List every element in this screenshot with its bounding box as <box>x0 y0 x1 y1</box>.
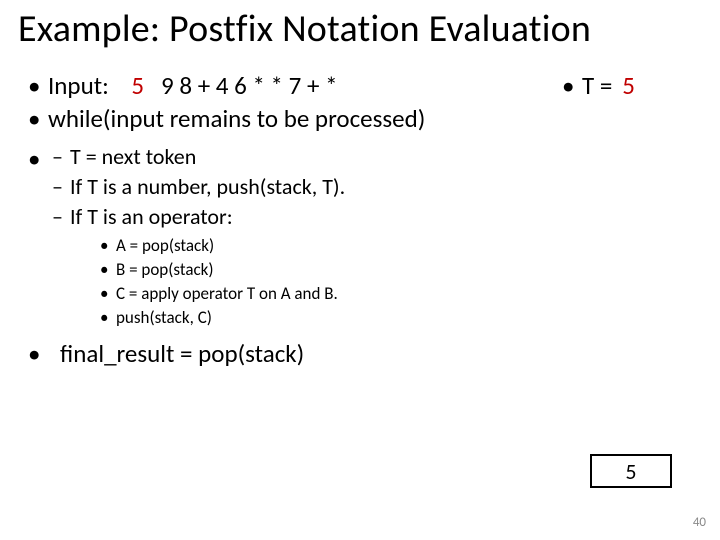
t-value: 5 <box>622 70 635 101</box>
step-push: push(stack, C) <box>100 307 702 330</box>
bullet-list-left: Input: 5 9 8 + 4 6 * * 7 + * while(input… <box>18 70 544 137</box>
page-number: 40 <box>693 515 706 530</box>
t-label: T = <box>582 70 612 101</box>
final-result-text: final_result = pop(stack) <box>60 338 304 369</box>
sub-if-operator: If T is an operator: A = pop(stack) B = … <box>52 203 702 330</box>
bullet-while: while(input remains to be processed) <box>28 103 544 134</box>
bullet-input: Input: 5 9 8 + 4 6 * * 7 + * <box>28 70 544 101</box>
step-apply: C = apply operator T on A and B. <box>100 283 702 306</box>
input-row: Input: 5 9 8 + 4 6 * * 7 + * while(input… <box>18 70 702 137</box>
bullet-final: final_result = pop(stack) <box>28 338 702 369</box>
step-a-pop: A = pop(stack) <box>100 235 702 258</box>
step-b-pop: B = pop(stack) <box>100 259 702 282</box>
stack-top-value: 5 <box>625 458 636 485</box>
bullet-t: T = 5 <box>562 70 702 101</box>
stack-box: 5 <box>590 454 672 488</box>
input-label: Input: <box>48 70 109 101</box>
bullet-list-right: T = 5 <box>562 70 702 103</box>
algo-wrapper: T = next token If T is a number, push(st… <box>18 143 702 369</box>
algo-sublist: T = next token If T is a number, push(st… <box>28 143 702 330</box>
sub-next-token: T = next token <box>52 143 702 171</box>
input-remaining: 9 8 + 4 6 * * 7 + * <box>161 70 337 101</box>
sub-if-number: If T is a number, push(stack, T). <box>52 173 702 201</box>
operator-steps: A = pop(stack) B = pop(stack) C = apply … <box>70 235 702 330</box>
input-current-token: 5 <box>131 70 144 101</box>
slide-title: Example: Postfix Notation Evaluation <box>18 6 702 52</box>
slide: Example: Postfix Notation Evaluation Inp… <box>0 0 720 540</box>
sub-if-operator-text: If T is an operator: <box>70 203 233 230</box>
